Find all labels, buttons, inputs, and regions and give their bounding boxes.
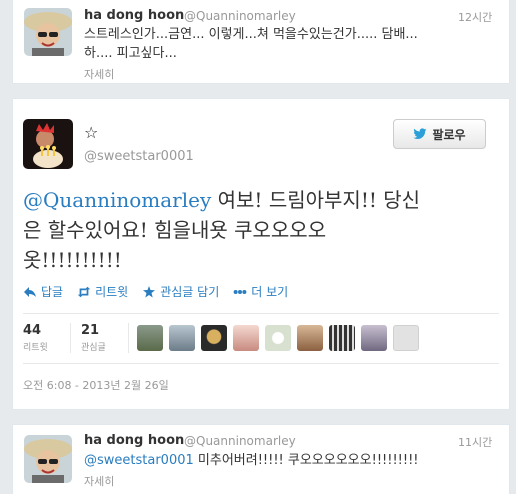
expand-link[interactable]: 자세히 (84, 66, 114, 82)
more-button[interactable]: 더 보기 (233, 283, 288, 300)
author-handle[interactable]: @Quanninomarley (184, 434, 296, 448)
tweet-text-rest: 미추어버려!!!!! 쿠오오오오오오!!!!!!!!! (193, 453, 419, 468)
retweets-stat[interactable]: 44 리트윗 (23, 323, 71, 353)
tweet-text: @sweetstar0001 미추어버려!!!!! 쿠오오오오오오!!!!!!!… (84, 452, 419, 469)
reply-label: 답글 (41, 285, 64, 299)
favoriter-avatars (137, 325, 419, 351)
timeline: ha dong hoon @Quanninomarley 12시간 스트레스인가… (0, 0, 516, 494)
avatar[interactable] (24, 8, 72, 56)
tweet-text: @Quanninomarley 여보! 드림아부지!! 당신 은 할수있어요! … (23, 185, 493, 275)
follow-label: 팔로우 (432, 127, 466, 142)
avatar[interactable] (329, 325, 355, 351)
tweet-text-line1: 스트레스인가...금연... 이렇게...쳐 먹을수있는건가..... 담배..… (84, 27, 418, 42)
author-name[interactable]: ha dong hoon (84, 433, 184, 448)
avatar[interactable] (23, 119, 73, 169)
avatar[interactable] (201, 325, 227, 351)
author-handle[interactable]: @Quanninomarley (184, 9, 296, 23)
reply-icon (24, 286, 36, 297)
retweets-label: 리트윗 (23, 343, 48, 353)
more-label: 더 보기 (251, 285, 289, 299)
favorites-count: 21 (81, 323, 100, 338)
retweet-button[interactable]: 리트윗 (77, 283, 128, 300)
follow-button[interactable]: 팔로우 (393, 119, 486, 149)
tweet-text-line3: 옷!!!!!!!!!! (23, 248, 122, 272)
tweet-actions: 답글 리트윗 관심글 담기 더 보기 (23, 283, 288, 300)
tweet-top[interactable]: ha dong hoon @Quanninomarley 12시간 스트레스인가… (12, 0, 510, 84)
tweet-bottom[interactable]: ha dong hoon @Quanninomarley 11시간 @sweet… (12, 424, 510, 494)
more-dots-icon (233, 289, 247, 294)
tweet-text-line1: 여보! 드림아부지!! 당신 (211, 188, 421, 212)
favorite-button[interactable]: 관심글 담기 (142, 283, 219, 300)
retweets-count: 44 (23, 323, 42, 338)
tweet-time[interactable]: 12시간 (458, 9, 492, 25)
avatar[interactable] (393, 325, 419, 351)
tweet-time[interactable]: 11시간 (458, 434, 492, 450)
retweet-icon (77, 286, 91, 297)
avatar[interactable] (297, 325, 323, 351)
mention-link[interactable]: @Quanninomarley (23, 188, 211, 212)
tweet-text-line2: 하.... 피고싶다... (84, 46, 177, 61)
avatar[interactable] (24, 435, 72, 483)
avatar[interactable] (233, 325, 259, 351)
favorites-label: 관심글 (81, 343, 106, 353)
tweet-date[interactable]: 오전 6:08 - 2013년 2월 26일 (23, 377, 169, 393)
twitter-bird-icon (413, 128, 427, 140)
favorites-stat[interactable]: 21 관심글 (81, 323, 129, 353)
author-name[interactable]: ☆ (84, 123, 98, 142)
avatar[interactable] (361, 325, 387, 351)
divider (23, 363, 499, 364)
reply-button[interactable]: 답글 (23, 283, 63, 300)
tweet-text-line2: 은 할수있어요! 힘을내욧 쿠오오오오 (23, 218, 327, 242)
mention-link[interactable]: @sweetstar0001 (84, 453, 194, 468)
author-handle[interactable]: @sweetstar0001 (84, 149, 194, 164)
avatar[interactable] (169, 325, 195, 351)
tweet-stats: 44 리트윗 21 관심글 (23, 323, 139, 353)
avatar[interactable] (137, 325, 163, 351)
expand-link[interactable]: 자세히 (84, 473, 114, 489)
favorite-label: 관심글 담기 (160, 285, 220, 299)
star-icon (143, 285, 156, 297)
avatar[interactable] (265, 325, 291, 351)
retweet-label: 리트윗 (95, 285, 129, 299)
divider (23, 313, 499, 314)
tweet-main: ☆ @sweetstar0001 팔로우 @Quanninomarley 여보!… (12, 98, 510, 410)
author-name[interactable]: ha dong hoon (84, 8, 184, 23)
